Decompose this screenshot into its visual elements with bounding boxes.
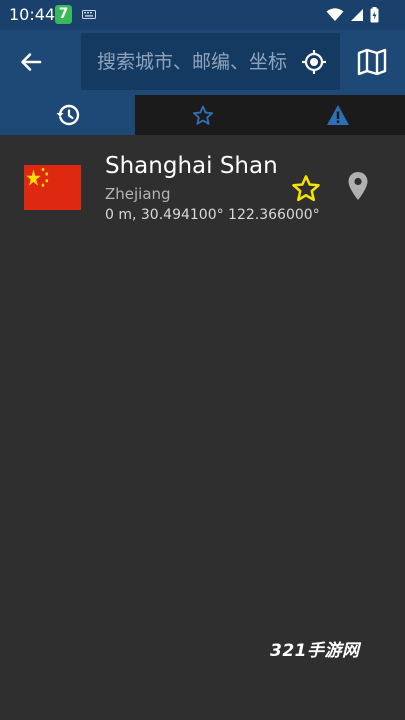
place-region: Zhejiang bbox=[105, 185, 171, 203]
watermark: 321手游网 bbox=[270, 641, 360, 661]
battery-icon bbox=[370, 7, 379, 23]
favorite-button[interactable] bbox=[288, 171, 324, 205]
locate-button[interactable] bbox=[298, 46, 330, 78]
crosshair-icon bbox=[302, 50, 326, 74]
app-badge-icon: 7 bbox=[55, 5, 72, 24]
wifi-icon bbox=[326, 8, 344, 21]
search-input[interactable] bbox=[97, 33, 293, 90]
map-button[interactable] bbox=[350, 42, 394, 82]
tab-favorites[interactable] bbox=[135, 95, 270, 135]
arrow-left-icon bbox=[21, 53, 42, 71]
history-icon bbox=[56, 104, 79, 126]
keyboard-icon bbox=[82, 10, 96, 19]
status-bar: 10:44 7 bbox=[0, 0, 405, 30]
location-pin-icon bbox=[348, 172, 368, 200]
warning-icon bbox=[326, 105, 349, 125]
place-name: Shanghai Shan bbox=[105, 153, 278, 179]
star-outline-icon bbox=[192, 105, 213, 125]
list-item[interactable]: Shanghai Shan Zhejiang 0 m, 30.494100° 1… bbox=[0, 135, 405, 240]
signal-icon bbox=[351, 9, 363, 21]
app-bar bbox=[0, 30, 405, 95]
place-details: 0 m, 30.494100° 122.366000° bbox=[105, 207, 320, 223]
star-outline-icon bbox=[292, 174, 320, 201]
china-flag-icon bbox=[24, 165, 81, 210]
map-icon bbox=[357, 48, 387, 76]
back-button[interactable] bbox=[8, 39, 54, 85]
tab-history[interactable] bbox=[0, 95, 135, 135]
status-time: 10:44 bbox=[9, 5, 56, 24]
tab-warnings[interactable] bbox=[270, 95, 405, 135]
tab-bar bbox=[0, 95, 405, 135]
results-list: Shanghai Shan Zhejiang 0 m, 30.494100° 1… bbox=[0, 135, 405, 240]
search-box[interactable] bbox=[81, 33, 340, 90]
show-on-map-button[interactable] bbox=[343, 169, 373, 203]
